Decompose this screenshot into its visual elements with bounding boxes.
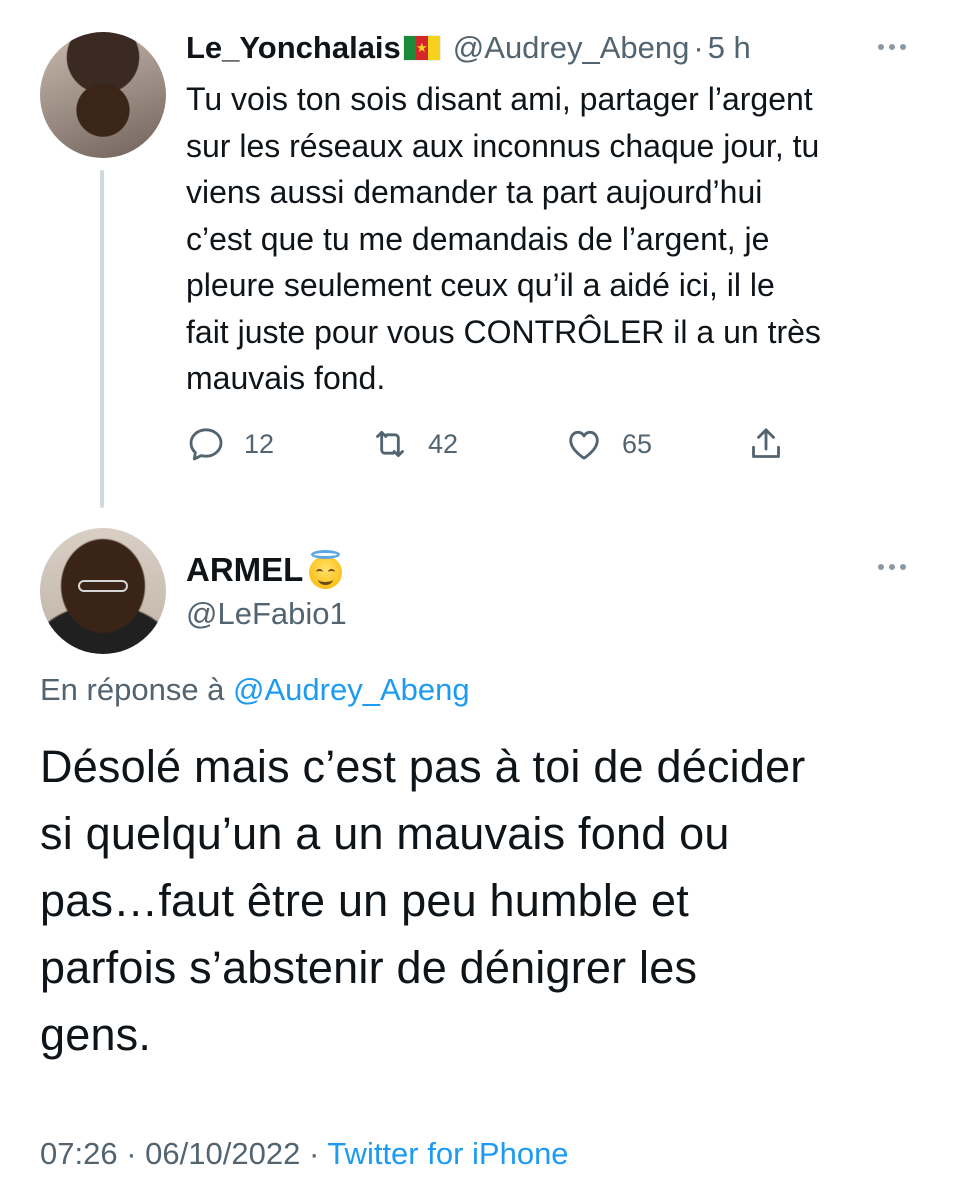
header-separator: · xyxy=(693,30,704,65)
reply-icon xyxy=(189,428,223,461)
parent-tweet-text: Tu vois ton sois disant ami, partager l’… xyxy=(186,81,821,396)
reply-to-mention-link[interactable]: @Audrey_Abeng xyxy=(233,672,470,707)
parent-timestamp[interactable]: 5 h xyxy=(708,30,751,66)
main-handle[interactable]: @LeFabio1 xyxy=(186,596,347,632)
parent-tweet-avatar[interactable] xyxy=(40,32,166,158)
retweet-icon xyxy=(376,430,404,458)
reply-count: 12 xyxy=(244,428,275,459)
main-tweet-text: Désolé mais c’est pas à toi de décider s… xyxy=(40,741,806,1060)
like-count: 65 xyxy=(622,428,653,459)
main-tweet-avatar[interactable] xyxy=(40,528,166,654)
retweet-button[interactable]: 42 xyxy=(370,420,458,468)
smiling-face-with-halo-icon xyxy=(307,550,345,590)
reply-context: En réponse à @Audrey_Abeng xyxy=(40,672,470,708)
main-more-options-icon[interactable] xyxy=(878,564,906,570)
tweet-source-link[interactable]: Twitter for iPhone xyxy=(327,1136,568,1171)
retweet-count: 42 xyxy=(428,428,459,459)
meta-separator-1: · xyxy=(126,1136,137,1171)
main-display-name[interactable]: ARMEL xyxy=(186,551,303,589)
meta-separator-2: · xyxy=(308,1136,320,1171)
parent-handle[interactable]: @Audrey_Abeng xyxy=(453,30,690,66)
share-icon xyxy=(752,428,780,458)
main-display-name-row: ARMEL xyxy=(186,550,345,590)
tweet-time[interactable]: 07:26 xyxy=(40,1136,118,1171)
reply-context-prefix: En réponse à xyxy=(40,672,234,707)
tweet-date[interactable]: 06/10/2022 xyxy=(145,1136,300,1171)
cameroon-flag-icon: ★ xyxy=(402,35,441,61)
reply-button[interactable]: 12 xyxy=(186,420,274,468)
tweet-metadata: 07:26 · 06/10/2022 · Twitter for iPhone xyxy=(40,1136,569,1172)
parent-tweet-header: Le_Yonchalais ★ @Audrey_Abeng · 5 h xyxy=(186,26,751,70)
avatar-glasses xyxy=(78,580,128,592)
heart-icon xyxy=(569,430,599,460)
thread-connector-line xyxy=(100,170,104,508)
parent-display-name[interactable]: Le_Yonchalais xyxy=(186,30,401,66)
parent-more-options-icon[interactable] xyxy=(878,44,906,50)
like-button[interactable]: 65 xyxy=(564,420,652,468)
share-button[interactable] xyxy=(746,420,786,468)
